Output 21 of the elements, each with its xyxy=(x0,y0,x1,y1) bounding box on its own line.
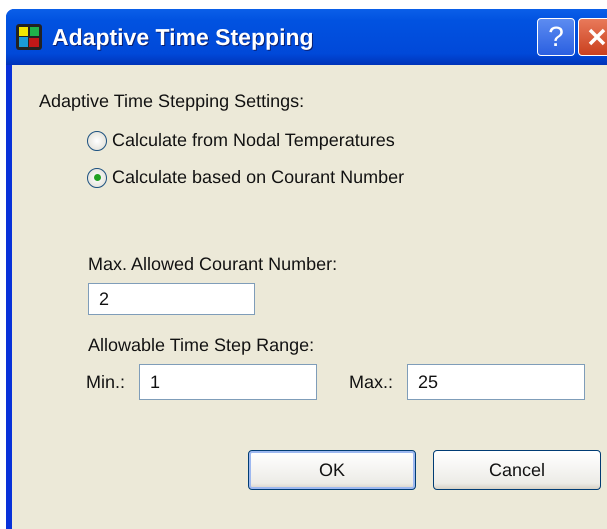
max-field[interactable]: 25 xyxy=(407,364,586,400)
min-label: Min.: xyxy=(86,372,126,392)
min-field[interactable]: 1 xyxy=(139,364,318,400)
ok-button[interactable]: OK xyxy=(248,450,416,490)
field-label: Allowable Time Step Range: xyxy=(88,335,316,356)
radio-label: Calculate based on Courant Number xyxy=(112,167,404,188)
section-label: Adaptive Time Stepping Settings: xyxy=(39,91,306,112)
app-icon xyxy=(16,24,42,50)
close-button[interactable] xyxy=(578,18,607,56)
courant-number-field[interactable]: 2 xyxy=(88,283,255,315)
radio-label: Calculate from Nodal Temperatures xyxy=(112,130,395,151)
radio-option[interactable]: Calculate from Nodal Temperatures xyxy=(87,130,607,151)
radio-button[interactable] xyxy=(87,130,107,150)
cancel-button[interactable]: Cancel xyxy=(433,450,601,490)
field-label: Max. Allowed Courant Number: xyxy=(88,254,338,275)
radio-option[interactable]: Calculate based on Courant Number xyxy=(87,167,607,188)
close-icon xyxy=(587,27,607,47)
max-label: Max.: xyxy=(349,372,394,392)
help-button[interactable]: ? xyxy=(537,18,575,56)
radio-button[interactable] xyxy=(87,168,107,188)
window-title: Adaptive Time Stepping xyxy=(52,24,314,50)
